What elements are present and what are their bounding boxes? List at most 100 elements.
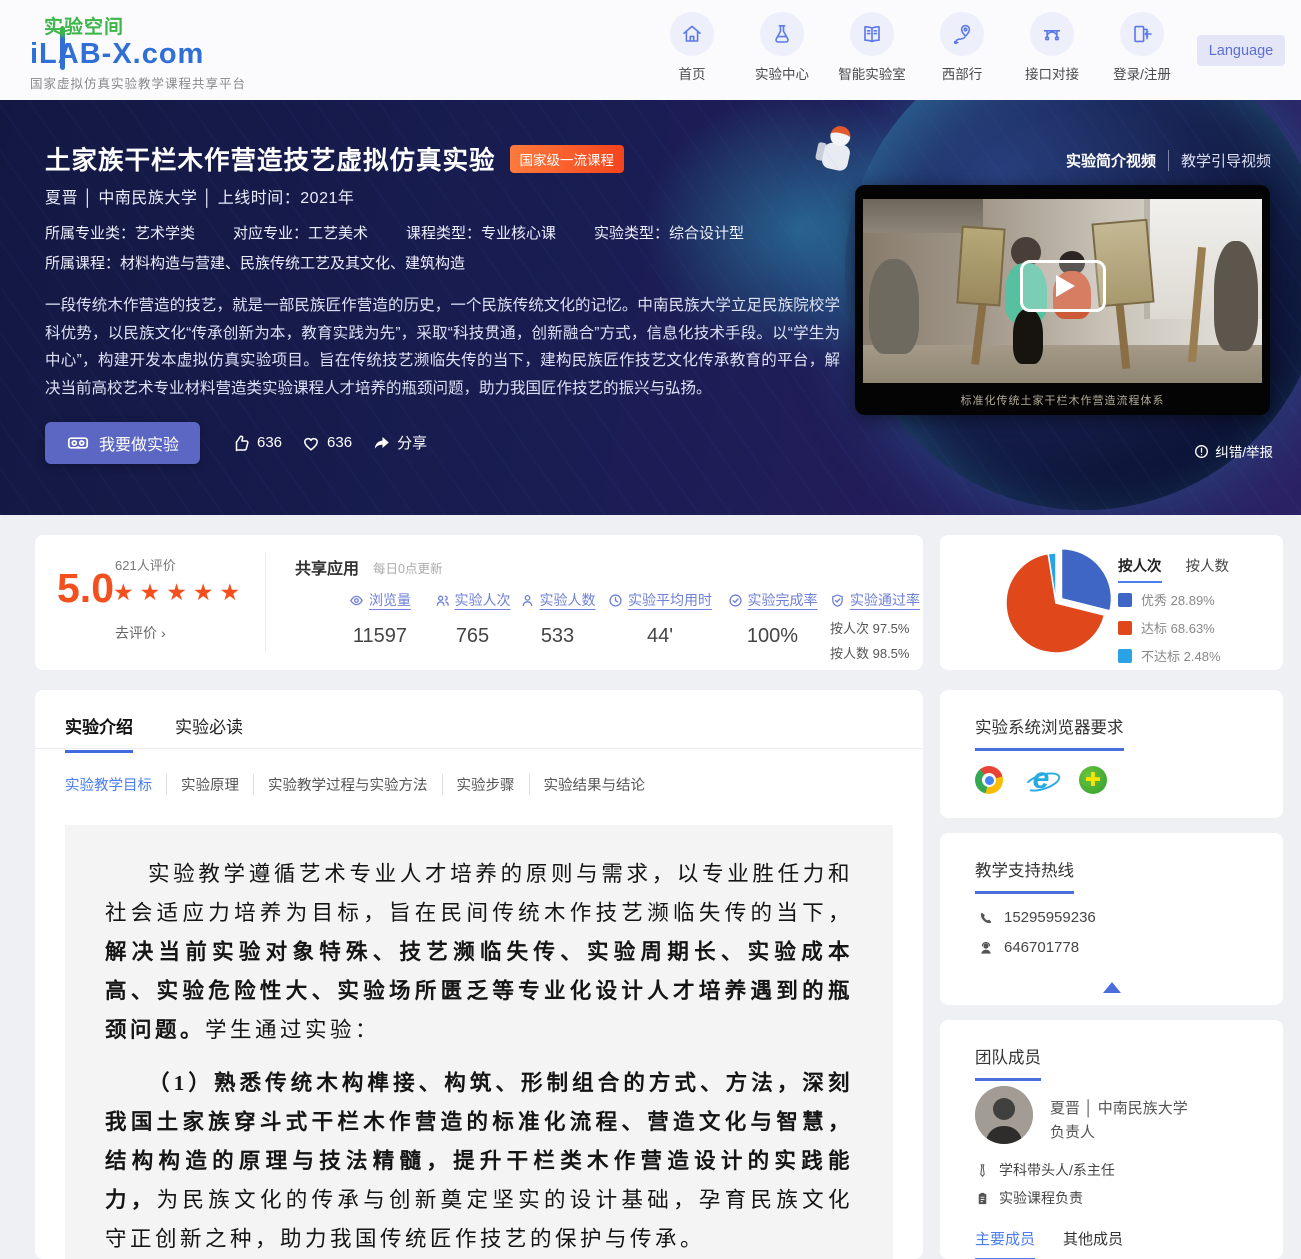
- teaching-goals-content: 实验教学遵循艺术专业人才培养的原则与需求，以专业胜任力和社会适应力培养为目标，旨…: [65, 825, 893, 1259]
- social-actions: 636 636 分享: [231, 432, 427, 453]
- team-members-title: 团队成员: [975, 1044, 1041, 1081]
- legend-item-fail: 不达标 2.48%: [1118, 646, 1221, 665]
- nav-item-login[interactable]: 登录/注册: [1107, 12, 1177, 83]
- qq-number[interactable]: 646701778: [1004, 939, 1079, 956]
- stat-views: 浏览量 11597: [335, 590, 425, 648]
- rating-score: 5.0: [57, 565, 114, 612]
- pie-legend: 优秀 28.89% 达标 68.63% 不达标 2.48%: [1118, 590, 1221, 674]
- people-icon: [435, 593, 450, 608]
- rating-stars: ★★★★★: [113, 579, 246, 606]
- like-button[interactable]: 636: [231, 433, 282, 453]
- pie-tab-by-people[interactable]: 按人数: [1186, 555, 1230, 583]
- meta-major-class: 所属专业类：艺术学类: [45, 222, 195, 243]
- experiment-detail-card: 实验介绍 实验必读 实验教学目标 实验原理 实验教学过程与实验方法 实验步骤 实…: [35, 690, 923, 1259]
- stat-participants: 实验人数 533: [510, 590, 605, 648]
- flask-icon: [770, 22, 794, 46]
- chevron-right-icon: ›: [161, 625, 166, 641]
- meta-major: 对应专业：工艺美术: [233, 222, 368, 243]
- phone-number[interactable]: 15295959236: [1004, 909, 1096, 926]
- subnav-teaching-goals[interactable]: 实验教学目标: [65, 774, 166, 795]
- nav-item-home[interactable]: 首页: [657, 12, 727, 83]
- stat-attempts: 实验人次 765: [425, 590, 520, 648]
- related-courses: 所属课程：材料构造与营建、民族传统工艺及其文化、建筑构造: [45, 252, 465, 273]
- update-note: 每日0点更新: [373, 558, 442, 577]
- nav-item-interface[interactable]: 接口对接: [1017, 12, 1087, 83]
- detail-tabs: 实验介绍 实验必读: [65, 713, 243, 753]
- tie-icon: [975, 1163, 990, 1178]
- vr-goggles-icon: [66, 431, 90, 455]
- go-rate-link[interactable]: 去评价 ›: [115, 623, 166, 643]
- support-hotline-card: 教学支持热线 15295959236 646701778: [940, 833, 1283, 1005]
- score-pie-chart: [996, 543, 1116, 663]
- play-icon: [1056, 275, 1075, 297]
- logo-tagline: 国家虚拟仿真实验教学课程共享平台: [30, 73, 246, 92]
- phone-row: 15295959236: [978, 909, 1096, 926]
- site-logo[interactable]: 实验空间 iLAB-X.com 国家虚拟仿真实验教学课程共享平台: [30, 12, 246, 92]
- video-caption: 标准化传统土家干栏木作营造流程体系: [855, 392, 1270, 408]
- login-door-icon: [1130, 22, 1154, 46]
- course-description: 一段传统木作营造的技艺，就是一部民族匠作营造的历史，一个民族传统文化的记忆。中南…: [45, 292, 840, 402]
- member-avatar[interactable]: [975, 1086, 1033, 1144]
- course-meta: 所属专业类：艺术学类 对应专业：工艺美术 课程类型：专业核心课 实验类型：综合设…: [45, 222, 744, 243]
- tab-other-members[interactable]: 其他成员: [1063, 1228, 1123, 1259]
- tab-must-read[interactable]: 实验必读: [175, 713, 243, 753]
- 360-browser-icon[interactable]: ✚: [1079, 766, 1107, 794]
- browser-requirements-title: 实验系统浏览器要求: [975, 714, 1124, 751]
- tab-experiment-intro[interactable]: 实验介绍: [65, 713, 133, 753]
- shared-app-title: 共享应用: [295, 555, 359, 579]
- legend-item-pass: 达标 68.63%: [1118, 618, 1221, 637]
- nav-item-smart-lab[interactable]: 智能实验室: [837, 12, 907, 83]
- logo-i-bar: [60, 26, 65, 70]
- team-tabs: 主要成员 其他成员: [975, 1228, 1123, 1259]
- member-position-row: 学科带头人/系主任: [975, 1160, 1115, 1180]
- phone-icon: [978, 910, 994, 926]
- nav-item-experiment-center[interactable]: 实验中心: [747, 12, 817, 83]
- legend-swatch: [1118, 593, 1132, 607]
- bridge-icon: [1040, 22, 1064, 46]
- member-name: 夏晋 │ 中南民族大学: [1050, 1097, 1188, 1118]
- course-byline: 夏晋 │ 中南民族大学 │ 上线时间：2021年: [45, 184, 354, 208]
- check-circle-icon: [728, 593, 743, 608]
- play-button[interactable]: [1020, 260, 1106, 312]
- share-button[interactable]: 分享: [371, 432, 427, 453]
- legend-swatch: [1118, 649, 1132, 663]
- report-link[interactable]: 纠错/举报: [1194, 441, 1273, 461]
- favorite-button[interactable]: 636: [301, 433, 352, 453]
- video-player[interactable]: 标准化传统土家干栏木作营造流程体系: [855, 185, 1270, 415]
- eye-icon: [349, 593, 364, 608]
- support-hotline-title: 教学支持热线: [975, 857, 1074, 894]
- stat-pass-rate: 实验通过率 按人次 97.5% 按人数 98.5%: [830, 590, 950, 663]
- main-nav: 首页 实验中心 智能实验室 西部行 接口对接 登录/注册 Lan: [657, 12, 1285, 83]
- browser-icons: e ✚: [975, 766, 1107, 794]
- legend-item-excellent: 优秀 28.89%: [1118, 590, 1221, 609]
- contact-person-icon: [978, 940, 994, 956]
- clipboard-icon: [975, 1191, 990, 1206]
- rating-count: 621人评价: [115, 555, 176, 574]
- national-course-badge: 国家级一流课程: [510, 145, 625, 173]
- language-button[interactable]: Language: [1197, 35, 1285, 66]
- tab-intro-video[interactable]: 实验简介视频: [1066, 150, 1156, 171]
- collapse-arrow-icon[interactable]: [1103, 982, 1121, 993]
- score-distribution-card: 按人次 按人数 优秀 28.89% 达标 68.63% 不达标 2.48%: [940, 535, 1283, 670]
- share-arrow-icon: [371, 433, 391, 453]
- subnav-process-method[interactable]: 实验教学过程与实验方法: [253, 774, 442, 795]
- pie-tabs: 按人次 按人数: [1118, 555, 1229, 583]
- tab-guide-video[interactable]: 教学引导视频: [1168, 150, 1271, 171]
- chrome-icon[interactable]: [975, 766, 1003, 794]
- course-title: 土家族干栏木作营造技艺虚拟仿真实验: [45, 140, 496, 177]
- heart-icon: [301, 433, 321, 453]
- do-experiment-button[interactable]: 我要做实验: [45, 422, 200, 464]
- ie-icon[interactable]: e: [1027, 766, 1055, 794]
- video-tabs: 实验简介视频 教学引导视频: [1066, 150, 1271, 171]
- tab-main-members[interactable]: 主要成员: [975, 1228, 1035, 1259]
- stat-avg-time: 实验平均用时 44': [605, 590, 715, 648]
- subnav-principle[interactable]: 实验原理: [166, 774, 253, 795]
- map-pin-icon: [950, 22, 974, 46]
- pie-tab-by-attempts[interactable]: 按人次: [1118, 555, 1162, 583]
- nav-item-west-tour[interactable]: 西部行: [927, 12, 997, 83]
- home-icon: [680, 22, 704, 46]
- clock-icon: [608, 593, 623, 608]
- subnav-steps[interactable]: 实验步骤: [442, 774, 529, 795]
- subnav-results[interactable]: 实验结果与结论: [529, 774, 660, 795]
- tabs-divider: [35, 748, 923, 749]
